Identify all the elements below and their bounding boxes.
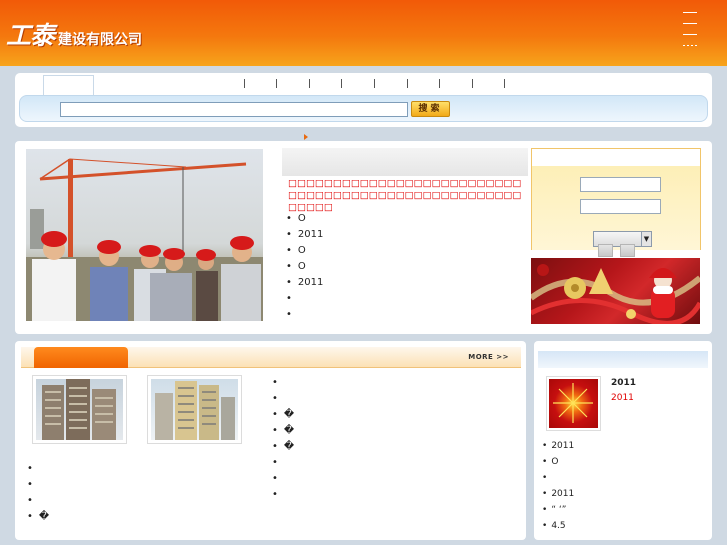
- chevron-down-icon: ▼: [641, 232, 651, 246]
- sidebar-panel: 2011 2011 2011 O 2011 “ ‘” 4.5: [534, 341, 712, 540]
- list-item[interactable]: [542, 470, 574, 486]
- list-item[interactable]: “ ‘”: [542, 502, 574, 518]
- nav-item-9[interactable]: [504, 79, 505, 88]
- news-headline[interactable]: □□□□□□□□□□□□□□□□□□□□□□□□□□□□□□□□□□□□□□□□…: [288, 178, 524, 214]
- top-link-3[interactable]: [683, 34, 697, 35]
- list-item[interactable]: �: [27, 509, 49, 525]
- projects-list-right: � � �: [272, 375, 294, 503]
- list-item[interactable]: [272, 375, 294, 391]
- firework-icon: [553, 383, 593, 423]
- more-link[interactable]: MORE >>: [468, 353, 509, 361]
- nav-item-5[interactable]: [374, 79, 375, 88]
- logo-main-text: 工泰: [6, 21, 55, 50]
- featured-panel: □□□□□□□□□□□□□□□□□□□□□□□□□□□□□□□□□□□□□□□□…: [15, 141, 712, 334]
- main-nav: 搜索: [15, 73, 712, 127]
- login-box: ▼: [531, 148, 701, 257]
- christmas-banner[interactable]: [531, 258, 700, 324]
- news-item[interactable]: O: [286, 243, 516, 259]
- list-item[interactable]: [272, 455, 294, 471]
- construction-site-image: [26, 158, 263, 321]
- news-item[interactable]: [286, 307, 516, 323]
- search-bar: 搜索: [19, 95, 708, 122]
- news-item[interactable]: O: [286, 259, 516, 275]
- building-image: [42, 379, 116, 440]
- username-field[interactable]: [580, 177, 661, 192]
- news-item[interactable]: O: [286, 211, 516, 227]
- project-thumb-2[interactable]: [147, 375, 242, 444]
- projects-header: MORE >>: [21, 347, 521, 368]
- list-item[interactable]: 2011: [542, 486, 574, 502]
- news-photo[interactable]: [26, 149, 263, 321]
- site-logo[interactable]: 工泰 建设有限公司: [6, 16, 142, 52]
- sidebar-list: 2011 O 2011 “ ‘” 4.5: [542, 438, 574, 534]
- login-header: [532, 149, 700, 166]
- search-button[interactable]: 搜索: [411, 101, 450, 117]
- new-year-image: [549, 379, 598, 428]
- list-item[interactable]: �: [272, 439, 294, 455]
- news-item[interactable]: 2011: [286, 275, 516, 291]
- nav-item-1[interactable]: [244, 79, 245, 88]
- site-header: 工泰 建设有限公司: [0, 0, 727, 66]
- feature-subtitle: 2011: [611, 393, 634, 403]
- list-item[interactable]: [27, 493, 49, 509]
- login-button[interactable]: [598, 244, 613, 257]
- nav-item-7[interactable]: [439, 79, 440, 88]
- top-link-1[interactable]: [683, 12, 697, 13]
- search-input[interactable]: [60, 102, 408, 117]
- list-item[interactable]: O: [542, 454, 574, 470]
- nav-item-3[interactable]: [309, 79, 310, 88]
- list-item[interactable]: �: [272, 407, 294, 423]
- projects-tab[interactable]: [34, 347, 128, 368]
- news-header-bar: [282, 148, 528, 176]
- nav-tab-home[interactable]: [43, 75, 94, 95]
- feature-image[interactable]: [546, 376, 601, 431]
- nav-item-4[interactable]: [341, 79, 342, 88]
- list-item[interactable]: 4.5: [542, 518, 574, 534]
- list-item[interactable]: [272, 471, 294, 487]
- list-item[interactable]: 2011: [542, 438, 574, 454]
- register-button[interactable]: [620, 244, 635, 257]
- news-item[interactable]: [286, 291, 516, 307]
- top-link-2[interactable]: [683, 23, 697, 24]
- password-field[interactable]: [580, 199, 661, 214]
- list-item[interactable]: [27, 477, 49, 493]
- list-item[interactable]: �: [272, 423, 294, 439]
- news-list: O 2011 O O 2011: [286, 211, 516, 323]
- top-link-4[interactable]: [683, 45, 697, 46]
- nav-item-6[interactable]: [407, 79, 408, 88]
- nav-item-8[interactable]: [472, 79, 473, 88]
- list-item[interactable]: [272, 391, 294, 407]
- nav-item-2[interactable]: [276, 79, 277, 88]
- feature-title[interactable]: 2011: [611, 378, 636, 388]
- projects-list-left: �: [27, 461, 49, 525]
- top-links: [683, 12, 697, 56]
- login-form: ▼: [532, 166, 700, 250]
- list-item[interactable]: [272, 487, 294, 503]
- project-thumb-1[interactable]: [32, 375, 127, 444]
- news-item[interactable]: 2011: [286, 227, 516, 243]
- logo-sub-text: 建设有限公司: [58, 32, 143, 48]
- projects-panel: MORE >> • • • • � • • • � • � • � • • •: [15, 341, 526, 540]
- list-item[interactable]: [27, 461, 49, 477]
- sidebar-header: [538, 351, 708, 368]
- building-image: [155, 381, 235, 440]
- arrow-marker-icon: [304, 134, 308, 140]
- christmas-ornaments-image: [531, 264, 700, 324]
